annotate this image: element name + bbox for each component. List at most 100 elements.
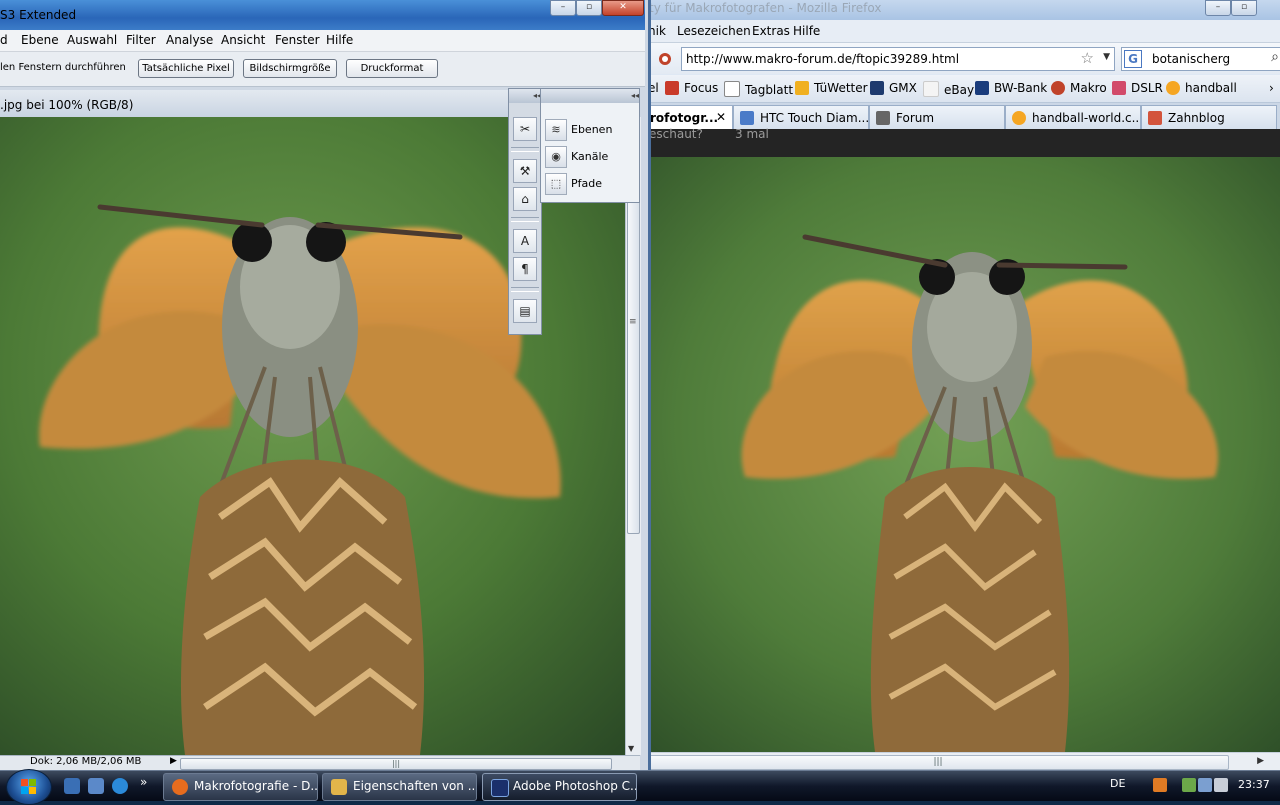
bookmarks-overflow-icon[interactable]: › xyxy=(1269,81,1274,95)
close-tab-icon[interactable]: ✕ xyxy=(716,110,726,124)
taskbar-eigenschaften[interactable]: Eigenschaften von ... xyxy=(322,773,477,801)
handball-icon xyxy=(1166,81,1180,95)
status-menu-icon[interactable]: ▶ xyxy=(170,756,177,766)
internet-explorer-icon[interactable] xyxy=(112,778,128,794)
taskbar-photoshop[interactable]: Adobe Photoshop C... xyxy=(482,773,637,801)
stamp-icon[interactable]: ⌂ xyxy=(513,187,537,211)
tab-forum[interactable]: Forum xyxy=(869,105,1005,130)
bookmark-bwbank[interactable]: BW-Bank xyxy=(975,81,1047,95)
firefox-icon xyxy=(172,779,188,795)
safely-remove-icon[interactable] xyxy=(1182,778,1196,792)
character-icon[interactable]: A xyxy=(513,229,537,253)
brush-icon[interactable]: ⚒ xyxy=(513,159,537,183)
search-icon[interactable]: ⌕ xyxy=(1271,49,1279,65)
butterfly-photo xyxy=(645,157,1280,752)
layers-icon: ≋ xyxy=(545,119,567,141)
photoshop-titlebar: S3 Extended – ▫ ✕ xyxy=(0,0,645,30)
scrollbar-thumb[interactable]: ||| xyxy=(647,755,1229,770)
clock[interactable]: 23:37 xyxy=(1238,778,1270,791)
doc-size-status: Dok: 2,06 MB/2,06 MB xyxy=(30,756,142,767)
print-size-button[interactable]: Druckformat xyxy=(346,59,438,78)
panel-separator xyxy=(511,147,539,152)
notes-icon[interactable]: ▤ xyxy=(513,299,537,323)
bookmark-dslr[interactable]: DSLR xyxy=(1112,81,1163,95)
hscroll-thumb[interactable]: ||| xyxy=(180,758,612,770)
panel-collapse-icon[interactable]: ◂◂ xyxy=(509,89,541,103)
panel-item-ebenen[interactable]: ≋ Ebenen xyxy=(543,117,637,141)
photoshop-icon xyxy=(491,779,509,797)
menu-item-extras[interactable]: Extras xyxy=(752,24,790,38)
bookmark-tagblatt[interactable]: Tagblatt xyxy=(724,81,793,97)
firefox-title: ty für Makrofotografen - Mozilla Firefox xyxy=(649,1,882,15)
bookmark-gmx[interactable]: GMX xyxy=(870,81,917,95)
fit-screen-button[interactable]: Bildschirmgröße xyxy=(243,59,337,78)
ps-menu-image[interactable]: d xyxy=(0,33,8,47)
tab-handball-world[interactable]: handball-world.c... xyxy=(1005,105,1141,130)
url-bar[interactable]: http://www.makro-forum.de/ftopic39289.ht… xyxy=(659,47,1115,71)
ps-menu-fenster[interactable]: Fenster xyxy=(275,33,320,47)
tools-icon[interactable]: ✂ xyxy=(513,117,537,141)
quicklaunch-overflow-icon[interactable]: » xyxy=(140,775,156,791)
document-title: .jpg bei 100% (RGB/8) xyxy=(0,98,134,112)
scroll-right-icon[interactable]: ▶ xyxy=(1257,756,1264,766)
handball-world-icon xyxy=(1012,111,1026,125)
bookmark-focus[interactable]: Focus xyxy=(665,81,718,95)
photoshop-menubar: d Ebene Auswahl Filter Analyse Ansicht F… xyxy=(0,30,645,52)
bookmark-handball[interactable]: handball xyxy=(1166,81,1237,95)
ebay-icon xyxy=(923,81,939,97)
firefox-menubar: nik Lesezeichen Extras Hilfe xyxy=(645,20,1280,43)
ps-menu-ansicht[interactable]: Ansicht xyxy=(221,33,265,47)
ps-menu-hilfe[interactable]: Hilfe xyxy=(326,33,353,47)
show-desktop-icon[interactable] xyxy=(64,778,80,794)
search-input[interactable]: botanischerg xyxy=(1152,52,1230,66)
panel-item-kanaele[interactable]: ◉ Kanäle xyxy=(543,144,637,168)
google-icon[interactable]: G xyxy=(1124,50,1142,68)
weather-icon xyxy=(795,81,809,95)
forum-row-label: eschaut? xyxy=(649,127,703,141)
menu-item-help[interactable]: Hilfe xyxy=(793,24,820,38)
network-icon[interactable] xyxy=(1198,778,1212,792)
forum-row-strip: eschaut? 3 mal xyxy=(645,127,1280,157)
taskbar: » Makrofotografie - D... Eigenschaften v… xyxy=(0,769,1280,805)
focus-icon xyxy=(665,81,679,95)
ps-menu-filter[interactable]: Filter xyxy=(126,33,156,47)
gmx-icon xyxy=(870,81,884,95)
ps-menu-auswahl[interactable]: Auswahl xyxy=(67,33,117,47)
scroll-down-icon[interactable]: ▼ xyxy=(628,744,634,753)
bookmark-makro[interactable]: Makro xyxy=(1051,81,1107,95)
bookmark-star-icon[interactable]: ☆ xyxy=(1081,49,1094,67)
url-dropdown-icon[interactable]: ▼ xyxy=(1103,52,1110,62)
ps-menu-analyse[interactable]: Analyse xyxy=(166,33,213,47)
paragraph-icon[interactable]: ¶ xyxy=(513,257,537,281)
options-bar: len Fenstern durchführen Tatsächliche Pi… xyxy=(0,52,645,87)
panel-separator xyxy=(511,287,539,292)
ps-maximize-button[interactable]: ▫ xyxy=(576,0,602,16)
bookmark-ebay[interactable]: eBay xyxy=(923,81,974,97)
actual-pixels-button[interactable]: Tatsächliche Pixel xyxy=(138,59,234,78)
ps-close-button[interactable]: ✕ xyxy=(602,0,644,16)
minimize-button[interactable]: – xyxy=(1205,0,1231,16)
ps-minimize-button[interactable]: – xyxy=(550,0,576,16)
vertical-scrollbar[interactable]: ≡ ▼ xyxy=(625,117,641,755)
switch-windows-icon[interactable] xyxy=(88,778,104,794)
language-indicator[interactable]: DE xyxy=(1110,777,1125,790)
horizontal-scrollbar[interactable]: ||| ▶ xyxy=(645,752,1280,771)
makro-icon xyxy=(1051,81,1065,95)
dslr-icon xyxy=(1112,81,1126,95)
tray-app-icon[interactable] xyxy=(1153,778,1167,792)
menu-item-bookmarks[interactable]: Lesezeichen xyxy=(677,24,751,38)
vscroll-grip-icon: ≡ xyxy=(629,317,637,327)
bookmark-tuewetter[interactable]: TüWetter xyxy=(795,81,868,95)
forum-icon xyxy=(876,111,890,125)
panel-collapse-icon[interactable]: ◂◂ xyxy=(541,89,639,103)
search-box[interactable]: G botanischerg ⌕ xyxy=(1121,47,1280,71)
taskbar-firefox[interactable]: Makrofotografie - D... xyxy=(163,773,318,801)
maximize-button[interactable]: ▫ xyxy=(1231,0,1257,16)
tab-zahnblog[interactable]: Zahnblog xyxy=(1141,105,1277,130)
volume-icon[interactable] xyxy=(1214,778,1228,792)
bwbank-icon xyxy=(975,81,989,95)
ps-menu-ebene[interactable]: Ebene xyxy=(21,33,59,47)
firefox-titlebar: ty für Makrofotografen - Mozilla Firefox… xyxy=(645,0,1280,20)
panel-item-pfade[interactable]: ⬚ Pfade xyxy=(543,171,637,195)
tagblatt-icon xyxy=(724,81,740,97)
